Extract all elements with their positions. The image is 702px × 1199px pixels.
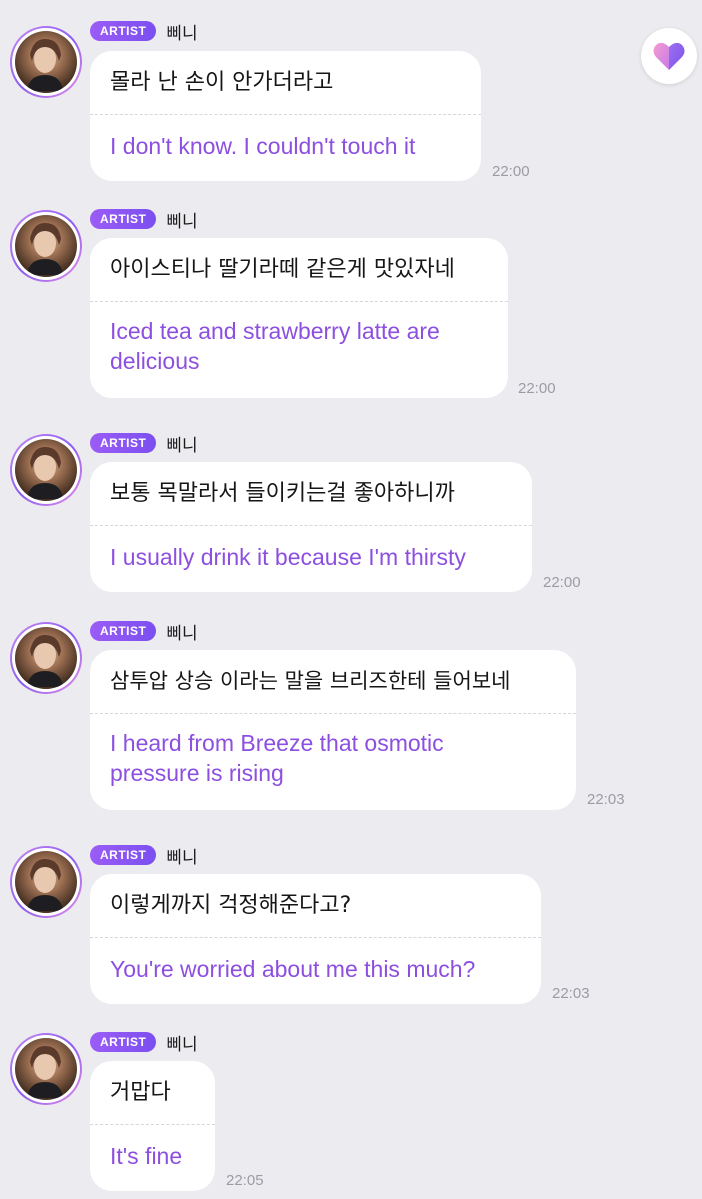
message-timestamp: 22:00 [543,574,581,591]
heart-icon [653,42,685,70]
message-timestamp: 22:03 [552,985,590,1002]
message-bubble[interactable]: 몰라 난 손이 안가더라고 I don't know. I couldn't t… [90,51,481,181]
avatar[interactable] [10,434,82,506]
avatar[interactable] [10,210,82,282]
avatar-photo [15,31,77,93]
avatar-photo [15,439,77,501]
sender-row: ARTIST 삐니 [90,20,198,44]
avatar[interactable] [10,26,82,98]
artist-badge: ARTIST [90,209,157,229]
message-original-text: 보통 목말라서 들이키는걸 좋아하니까 [110,481,455,506]
sender-name: 삐니 [166,623,198,644]
message-bubble[interactable]: 보통 목말라서 들이키는걸 좋아하니까 I usually drink it b… [90,462,532,592]
artist-badge: ARTIST [90,621,157,641]
message-original-text: 거맙다 [110,1080,171,1105]
message-item: ARTIST 삐니 몰라 난 손이 안가더라고 I don't know. I … [0,18,702,188]
message-bubble[interactable]: 삼투압 상승 이라는 말을 브리즈한테 들어보네 I heard from Br… [90,650,576,810]
avatar[interactable] [10,846,82,918]
message-translation-text: I usually drink it because I'm thirsty [110,544,466,570]
message-bubble[interactable]: 이렇게까지 걱정해준다고? You're worried about me th… [90,874,541,1004]
sender-name: 삐니 [166,435,198,456]
message-timestamp: 22:00 [492,163,530,180]
sender-name: 삐니 [166,1034,198,1055]
message-translation-text: Iced tea and strawberry latte are delici… [110,318,440,374]
message-translation-text: You're worried about me this much? [110,956,476,982]
message-original-text: 삼투압 상승 이라는 말을 브리즈한테 들어보네 [110,669,511,693]
sender-name: 삐니 [166,847,198,868]
message-item: ARTIST 삐니 거맙다 It's fine 22:05 [0,1029,702,1199]
chat-thread: ARTIST 삐니 몰라 난 손이 안가더라고 I don't know. I … [0,0,702,1199]
artist-badge: ARTIST [90,1032,157,1052]
sender-row: ARTIST 삐니 [90,208,198,232]
sender-name: 삐니 [166,211,198,232]
message-timestamp: 22:05 [226,1172,264,1189]
artist-badge: ARTIST [90,433,157,453]
sender-row: ARTIST 삐니 [90,1031,198,1055]
avatar-photo [15,1038,77,1100]
message-item: ARTIST 삐니 보통 목말라서 들이키는걸 좋아하니까 I usually … [0,430,702,600]
message-item: ARTIST 삐니 아이스티나 딸기라떼 같은게 맛있자네 Iced tea a… [0,206,702,406]
sender-row: ARTIST 삐니 [90,844,198,868]
message-timestamp: 22:00 [518,380,556,397]
avatar-photo [15,215,77,277]
message-original-text: 이렇게까지 걱정해준다고? [110,893,352,918]
artist-badge: ARTIST [90,21,157,41]
avatar-photo [15,627,77,689]
avatar-photo [15,851,77,913]
avatar[interactable] [10,622,82,694]
artist-badge: ARTIST [90,845,157,865]
message-original-text: 몰라 난 손이 안가더라고 [110,70,334,95]
message-bubble[interactable]: 거맙다 It's fine [90,1061,215,1191]
message-item: ARTIST 삐니 삼투압 상승 이라는 말을 브리즈한테 들어보네 I hea… [0,618,702,818]
message-original-text: 아이스티나 딸기라떼 같은게 맛있자네 [110,257,455,282]
message-translation-text: I heard from Breeze that osmotic pressur… [110,730,444,786]
message-item: ARTIST 삐니 이렇게까지 걱정해준다고? You're worried a… [0,842,702,1012]
sender-row: ARTIST 삐니 [90,620,198,644]
avatar[interactable] [10,1033,82,1105]
message-translation-text: I don't know. I couldn't touch it [110,133,416,159]
message-bubble[interactable]: 아이스티나 딸기라떼 같은게 맛있자네 Iced tea and strawbe… [90,238,508,398]
sender-name: 삐니 [166,23,198,44]
sender-row: ARTIST 삐니 [90,432,198,456]
message-translation-text: It's fine [110,1143,183,1169]
message-timestamp: 22:03 [587,791,625,808]
reaction-button[interactable] [641,28,697,84]
